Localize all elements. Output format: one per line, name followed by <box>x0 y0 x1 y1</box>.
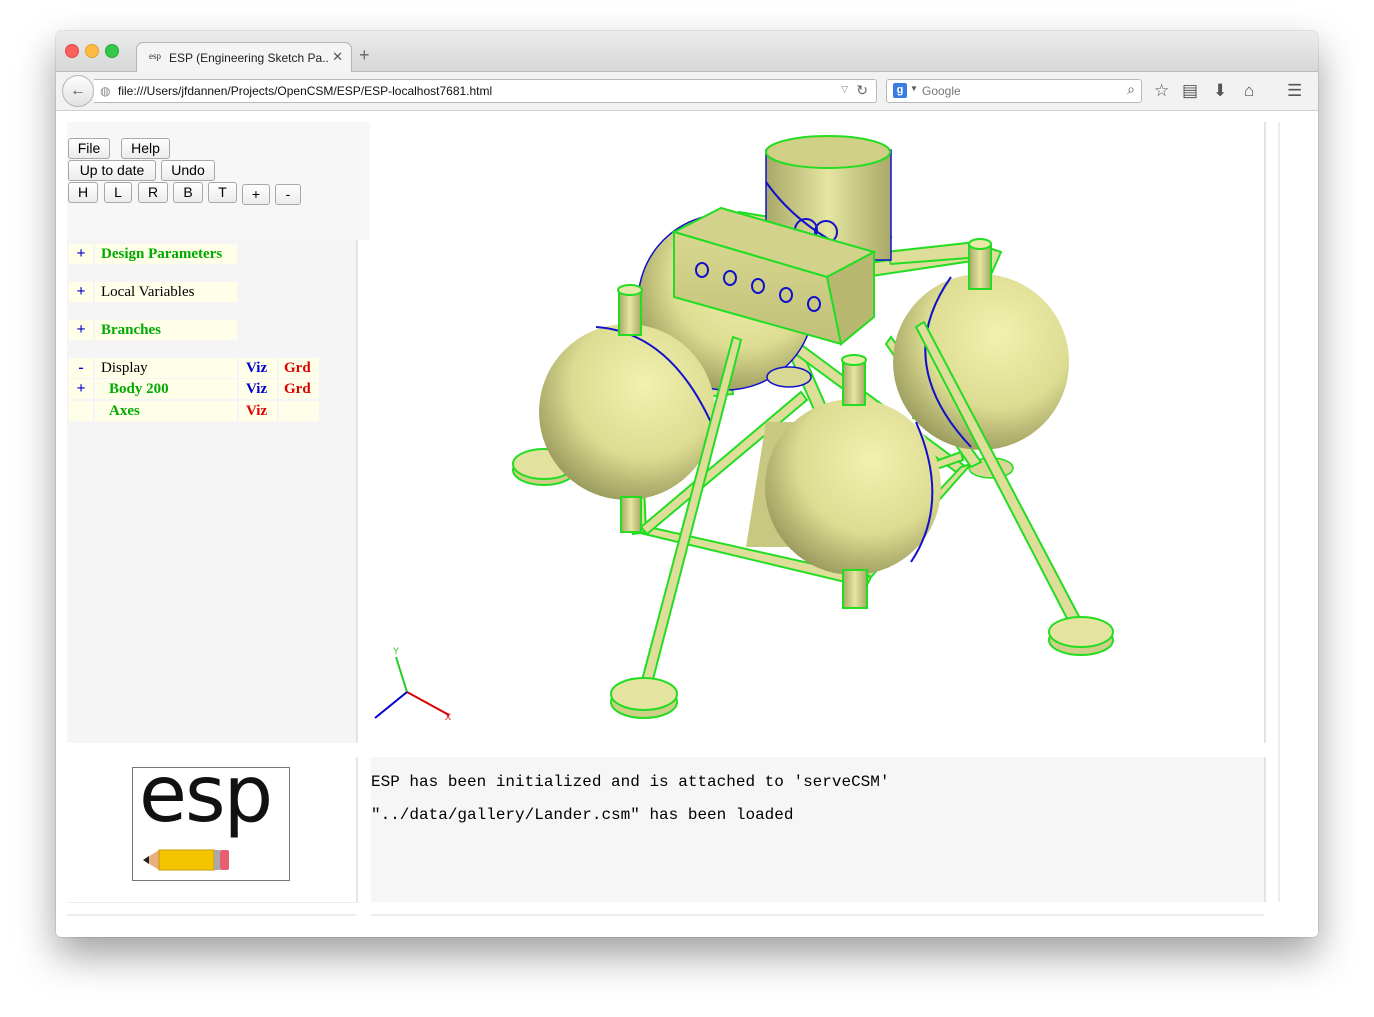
menu-icon[interactable]: ☰ <box>1287 81 1302 101</box>
browser-tab[interactable]: esp ESP (Engineering Sketch Pa... ✕ <box>136 42 352 73</box>
divider <box>371 914 1264 916</box>
esp-logo-text: esp <box>139 750 273 840</box>
close-window-button[interactable] <box>65 44 79 58</box>
help-button[interactable]: Help <box>121 138 170 159</box>
reading-list-icon[interactable]: ▤ <box>1182 81 1198 101</box>
display-grd-toggle[interactable]: Grd <box>284 358 311 378</box>
bookmark-star-icon[interactable]: ☆ <box>1154 81 1169 101</box>
new-tab-button[interactable]: + <box>359 45 370 66</box>
message-line: "../data/gallery/Lander.csm" has been lo… <box>371 806 794 824</box>
axes-label: Axes <box>109 403 140 419</box>
command-panel: File Help Up to date Undo H L R B T + - <box>67 122 370 240</box>
body-200-viz-toggle[interactable]: Viz <box>246 379 267 399</box>
expand-branches-button[interactable]: + <box>71 320 91 340</box>
tab-title: ESP (Engineering Sketch Pa... <box>169 51 329 65</box>
axis-y-label: Y <box>393 646 399 656</box>
tree-row-body-200: + Body 200 Viz Grd <box>69 379 369 399</box>
back-button[interactable]: ← <box>62 75 94 107</box>
zoom-in-button[interactable]: + <box>242 184 270 205</box>
tree-row-local-variables: + Local Variables <box>69 282 369 302</box>
axis-x-label: X <box>445 712 451 722</box>
display-label: Display <box>101 360 148 376</box>
divider <box>67 914 356 916</box>
view-bottom-button[interactable]: B <box>173 182 203 203</box>
navigation-bar: ← ◍ file:///Users/jfdannen/Projects/Open… <box>56 72 1318 111</box>
design-parameters-label[interactable]: Design Parameters <box>101 244 222 264</box>
google-icon[interactable]: g <box>893 83 907 98</box>
expand-design-parameters-button[interactable]: + <box>71 244 91 264</box>
tree-row-branches: + Branches <box>69 320 369 340</box>
body-200-grd-toggle[interactable]: Grd <box>284 379 311 399</box>
tree-row-design-parameters: + Design Parameters <box>69 244 369 264</box>
globe-icon: ◍ <box>100 84 111 98</box>
axes-viz-toggle[interactable]: Viz <box>246 401 267 421</box>
branches-label[interactable]: Branches <box>101 320 161 340</box>
view-right-button[interactable]: R <box>138 182 168 203</box>
search-bar[interactable]: g ▼ Google ⌕ <box>886 79 1142 103</box>
search-icon[interactable]: ⌕ <box>1127 81 1135 98</box>
tree-row-display: - Display Viz Grd <box>69 358 369 378</box>
footpad-front-right <box>1048 616 1114 656</box>
pencil-icon <box>143 849 229 871</box>
undo-button[interactable]: Undo <box>161 160 215 181</box>
tree-panel: + Design Parameters + Local Variables + … <box>67 240 358 743</box>
home-icon[interactable]: ⌂ <box>1244 81 1254 101</box>
up-to-date-button[interactable]: Up to date <box>68 160 156 181</box>
tree-row-axes: Axes Viz <box>69 401 369 421</box>
url-bar[interactable]: ◍ file:///Users/jfdannen/Projects/OpenCS… <box>94 79 877 103</box>
page-content: File Help Up to date Undo H L R B T + - … <box>56 111 1318 937</box>
file-button[interactable]: File <box>68 138 110 159</box>
message-panel: ESP has been initialized and is attached… <box>371 757 1266 902</box>
collapse-display-button[interactable]: - <box>71 358 91 378</box>
lander-model-render[interactable]: Y X <box>371 122 1264 743</box>
tab-close-icon[interactable]: ✕ <box>332 49 343 65</box>
view-left-button[interactable]: L <box>104 182 132 203</box>
view-home-button[interactable]: H <box>68 182 98 203</box>
footpad-front-left <box>610 677 678 719</box>
reload-icon[interactable]: ↻ <box>856 82 868 99</box>
title-bar: esp ESP (Engineering Sketch Pa... ✕ + <box>56 31 1318 73</box>
axes-triad: Y X <box>374 646 451 722</box>
esp-favicon-icon: esp <box>149 51 161 61</box>
download-icon[interactable]: ⬇ <box>1213 81 1227 101</box>
local-variables-label[interactable]: Local Variables <box>101 282 194 302</box>
url-text[interactable]: file:///Users/jfdannen/Projects/OpenCSM/… <box>118 84 492 98</box>
zoom-window-button[interactable] <box>105 44 119 58</box>
view-top-button[interactable]: T <box>208 182 237 203</box>
expand-body-200-button[interactable]: + <box>71 379 91 399</box>
url-dropdown-icon[interactable]: ▽ <box>841 84 848 95</box>
right-border <box>1278 122 1280 902</box>
graphics-viewer[interactable]: Y X <box>371 122 1266 743</box>
message-line: ESP has been initialized and is attached… <box>371 773 890 791</box>
browser-window: esp ESP (Engineering Sketch Pa... ✕ + ← … <box>56 31 1318 937</box>
back-arrow-icon: ← <box>70 82 86 99</box>
expand-local-variables-button[interactable]: + <box>71 282 91 302</box>
display-viz-toggle[interactable]: Viz <box>246 358 267 378</box>
tank-back-right <box>893 238 1069 450</box>
search-input[interactable]: Google <box>922 84 961 98</box>
body-200-label[interactable]: Body 200 <box>109 379 169 399</box>
logo-panel: esp <box>67 750 358 903</box>
esp-logo: esp <box>132 750 290 881</box>
minimize-window-button[interactable] <box>85 44 99 58</box>
search-engine-dropdown-icon[interactable]: ▼ <box>910 84 918 93</box>
zoom-out-button[interactable]: - <box>275 184 301 205</box>
